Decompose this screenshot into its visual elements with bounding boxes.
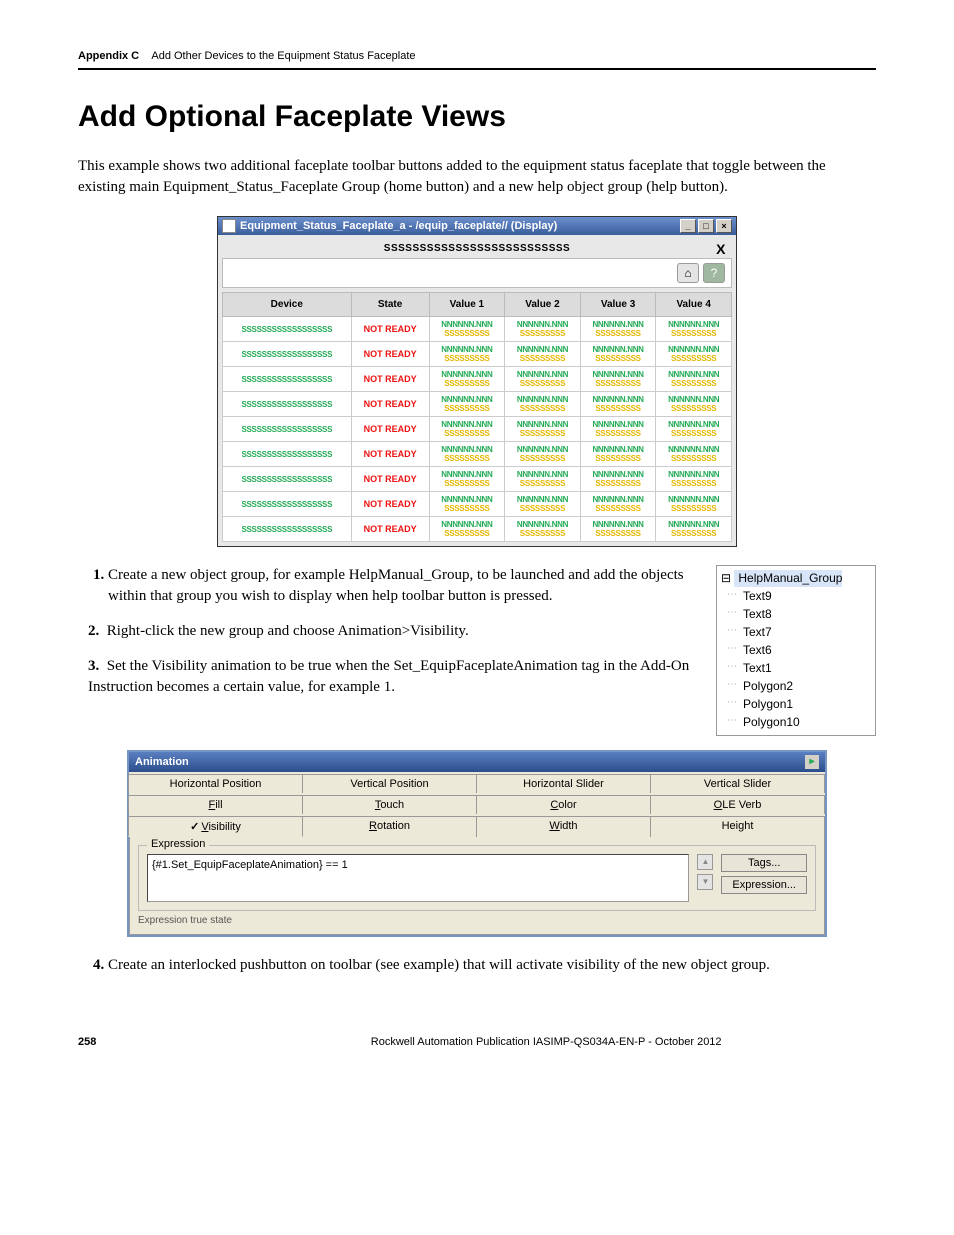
- expression-textbox[interactable]: {#1.Set_EquipFaceplateAnimation} == 1: [147, 854, 689, 902]
- step-2: Right-click the new group and choose Ani…: [107, 623, 469, 639]
- faceplate-window: Equipment_Status_Faceplate_a - /equip_fa…: [217, 216, 737, 547]
- close-button[interactable]: ×: [716, 219, 732, 233]
- table-row: SSSSSSSSSSSSSSSSSSNOT READYNNNNNN.NNNSSS…: [223, 342, 732, 367]
- animation-tab[interactable]: Vertical Slider: [650, 774, 825, 793]
- dialog-pin-icon[interactable]: ▸: [805, 755, 819, 769]
- header-placeholder: SSSSSSSSSSSSSSSSSSSSSSSSSS X: [222, 239, 732, 258]
- animation-tab[interactable]: Touch: [302, 795, 477, 814]
- table-row: SSSSSSSSSSSSSSSSSSNOT READYNNNNNN.NNNSSS…: [223, 517, 732, 542]
- step-4: Create an interlocked pushbutton on tool…: [108, 955, 876, 976]
- minimize-button[interactable]: _: [680, 219, 696, 233]
- animation-tab[interactable]: Height: [650, 816, 825, 837]
- scroll-down-icon[interactable]: ▼: [697, 874, 713, 890]
- close-x-icon[interactable]: X: [716, 241, 726, 257]
- animation-tab[interactable]: Fill: [128, 795, 303, 814]
- tree-item[interactable]: Polygon2: [719, 677, 873, 695]
- step-3: Set the Visibility animation to be true …: [88, 658, 689, 695]
- tree-item[interactable]: Text1: [719, 659, 873, 677]
- page-footer: 258 Rockwell Automation Publication IASI…: [78, 1036, 876, 1048]
- column-header: Value 4: [656, 293, 732, 317]
- intro-paragraph: This example shows two additional facepl…: [78, 156, 876, 198]
- tree-item[interactable]: Text6: [719, 641, 873, 659]
- animation-tab[interactable]: Vertical Position: [302, 774, 477, 793]
- running-header: Appendix C Add Other Devices to the Equi…: [78, 50, 876, 70]
- animation-dialog: Animation ▸ Horizontal PositionVertical …: [127, 750, 827, 937]
- steps-list: Create a new object group, for example H…: [108, 565, 876, 736]
- tree-item[interactable]: Text7: [719, 623, 873, 641]
- maximize-button[interactable]: □: [698, 219, 714, 233]
- table-row: SSSSSSSSSSSSSSSSSSNOT READYNNNNNN.NNNSSS…: [223, 442, 732, 467]
- object-tree: ⊟ HelpManual_Group Text9Text8Text7Text6T…: [716, 565, 876, 736]
- column-header: Value 3: [580, 293, 656, 317]
- table-row: SSSSSSSSSSSSSSSSSSNOT READYNNNNNN.NNNSSS…: [223, 417, 732, 442]
- animation-tab[interactable]: Width: [476, 816, 651, 837]
- step-1: Create a new object group, for example H…: [108, 565, 704, 607]
- column-header: Device: [223, 293, 352, 317]
- status-table: DeviceStateValue 1Value 2Value 3Value 4 …: [222, 292, 732, 542]
- tree-item[interactable]: Polygon1: [719, 695, 873, 713]
- dialog-titlebar: Animation ▸: [129, 752, 825, 772]
- steps-list-cont: Create an interlocked pushbutton on tool…: [108, 955, 876, 976]
- expression-button[interactable]: Expression...: [721, 876, 807, 894]
- animation-tab[interactable]: Horizontal Position: [128, 774, 303, 793]
- column-header: Value 2: [505, 293, 581, 317]
- table-row: SSSSSSSSSSSSSSSSSSNOT READYNNNNNN.NNNSSS…: [223, 492, 732, 517]
- tree-item[interactable]: Text8: [719, 605, 873, 623]
- document-icon: [222, 219, 236, 233]
- window-titlebar: Equipment_Status_Faceplate_a - /equip_fa…: [218, 217, 736, 235]
- table-row: SSSSSSSSSSSSSSSSSSNOT READYNNNNNN.NNNSSS…: [223, 392, 732, 417]
- page-title: Add Optional Faceplate Views: [78, 100, 876, 134]
- tree-item[interactable]: Polygon10: [719, 713, 873, 731]
- column-header: Value 1: [429, 293, 505, 317]
- home-button-icon[interactable]: ⌂: [677, 263, 699, 283]
- tree-root[interactable]: HelpManual_Group: [734, 570, 842, 587]
- table-row: SSSSSSSSSSSSSSSSSSNOT READYNNNNNN.NNNSSS…: [223, 467, 732, 492]
- animation-tab[interactable]: Color: [476, 795, 651, 814]
- tags-button[interactable]: Tags...: [721, 854, 807, 872]
- table-row: SSSSSSSSSSSSSSSSSSNOT READYNNNNNN.NNNSSS…: [223, 367, 732, 392]
- expression-group-label: Expression: [147, 838, 209, 850]
- scroll-up-icon[interactable]: ▲: [697, 854, 713, 870]
- help-button-icon[interactable]: ?: [703, 263, 725, 283]
- truncated-group-label: Expression true state: [138, 915, 816, 926]
- animation-tab[interactable]: Horizontal Slider: [476, 774, 651, 793]
- animation-tab[interactable]: OLE Verb: [650, 795, 825, 814]
- window-title: Equipment_Status_Faceplate_a - /equip_fa…: [240, 220, 680, 232]
- column-header: State: [351, 293, 429, 317]
- tree-item[interactable]: Text9: [719, 587, 873, 605]
- table-row: SSSSSSSSSSSSSSSSSSNOT READYNNNNNN.NNNSSS…: [223, 317, 732, 342]
- animation-tab[interactable]: Rotation: [302, 816, 477, 837]
- animation-tab[interactable]: ✓Visibility: [128, 816, 303, 837]
